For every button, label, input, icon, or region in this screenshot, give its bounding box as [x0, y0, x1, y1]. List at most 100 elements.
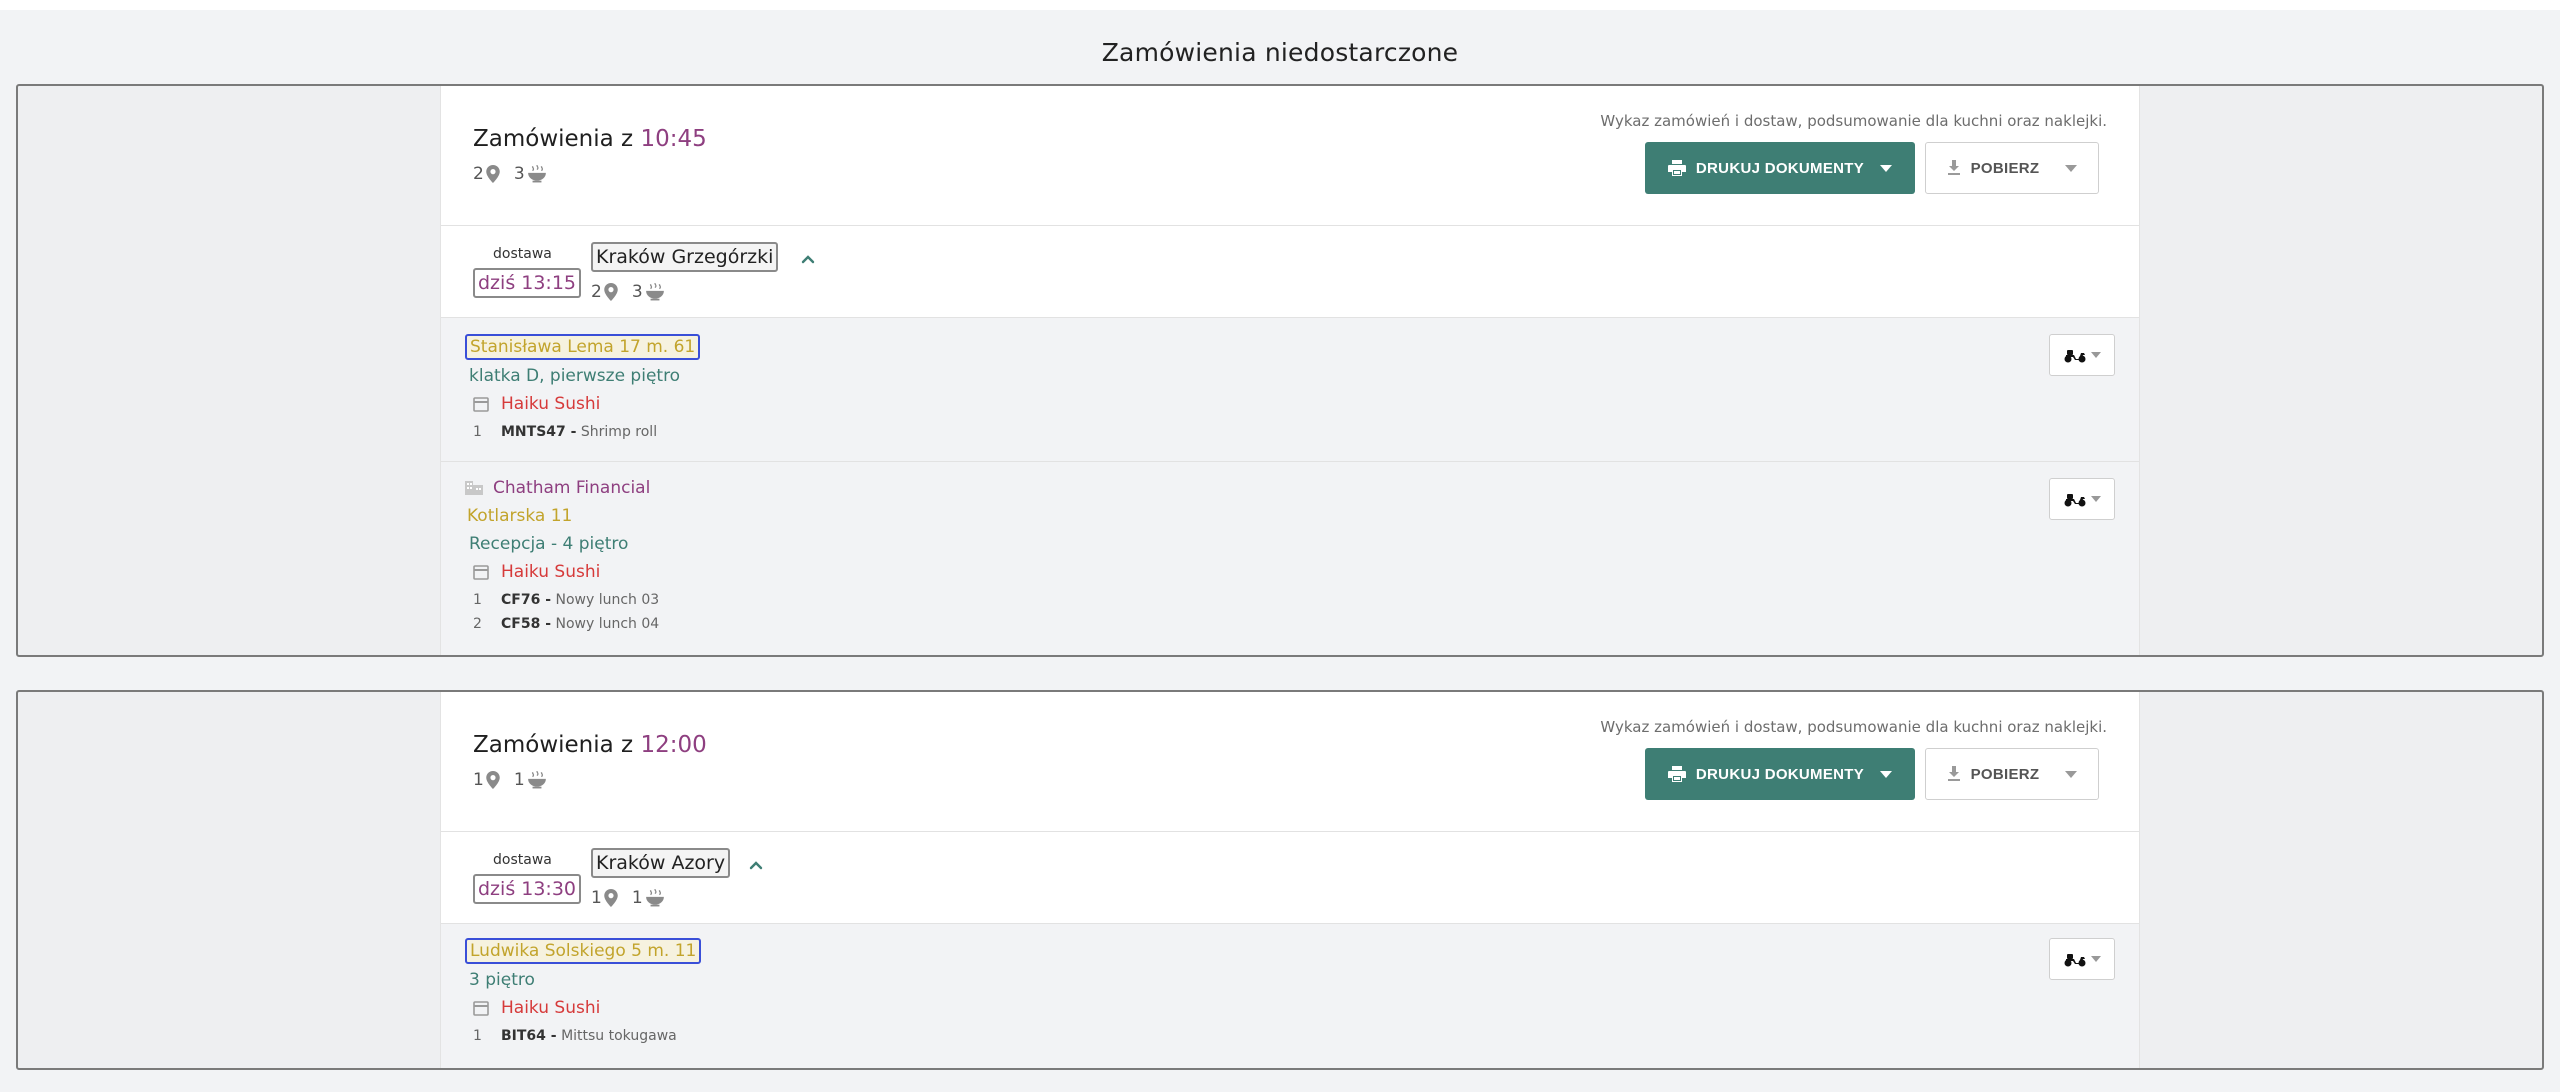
print-documents-button[interactable]: DRUKUJ DOKUMENTY — [1645, 142, 1915, 194]
item-code: CF76 - — [501, 592, 552, 608]
store-icon — [473, 1000, 489, 1016]
order-batch: Zamówienia z 10:45 2 3 Wykaz zamówień i … — [16, 84, 2544, 657]
batch-title-prefix: Zamówienia z — [473, 732, 634, 758]
caret-down-icon — [1880, 164, 1893, 172]
food-bowl-icon — [527, 165, 547, 183]
meal-count: 3 — [632, 282, 665, 302]
route-header: dostawa dziś 13:30 Kraków Azory 1 1 — [441, 832, 2139, 924]
meal-count-value: 1 — [513, 770, 525, 790]
download-button[interactable]: POBIERZ — [1925, 748, 2099, 800]
company-name: Chatham Financial — [493, 478, 651, 498]
item-code: BIT64 - — [501, 1028, 557, 1044]
item-name: Mittsu tokugawa — [561, 1028, 677, 1044]
store-icon — [473, 396, 489, 412]
top-strip — [0, 0, 2560, 10]
item-qty: 1 — [473, 1028, 482, 1044]
download-label: POBIERZ — [1970, 159, 2040, 177]
route-header: dostawa dziś 13:15 Kraków Grzegórzki 2 3 — [441, 226, 2139, 318]
route-name[interactable]: Kraków Azory — [591, 848, 731, 878]
route-counts: 1 1 — [591, 888, 679, 908]
route-name[interactable]: Kraków Grzegórzki — [591, 242, 779, 272]
download-icon — [1947, 766, 1961, 782]
batch-panel: Zamówienia z 12:00 1 1 Wykaz zamówień i … — [440, 692, 2140, 1068]
item-qty: 1 — [473, 592, 482, 608]
location-count-value: 1 — [591, 888, 602, 908]
map-pin-icon — [604, 283, 618, 301]
print-documents-label: DRUKUJ DOKUMENTY — [1695, 159, 1865, 177]
food-bowl-icon — [645, 283, 665, 301]
order-address[interactable]: Kotlarska 11 — [467, 506, 572, 526]
meal-count-value: 3 — [631, 282, 643, 302]
location-count: 1 — [591, 888, 618, 908]
caret-down-icon — [2091, 352, 2101, 358]
assign-courier-button[interactable] — [2049, 334, 2115, 376]
delivery-time[interactable]: dziś 13:30 — [473, 874, 582, 904]
batch-header: Zamówienia z 10:45 2 3 Wykaz zamówień i … — [441, 86, 2139, 226]
map-pin-icon — [486, 165, 500, 183]
batch-title: Zamówienia z 12:00 — [473, 732, 707, 758]
scooter-icon — [2063, 490, 2087, 508]
caret-down-icon — [2065, 770, 2078, 778]
item-code: CF58 - — [501, 616, 552, 632]
item-qty: 1 — [473, 424, 482, 440]
meal-count: 1 — [514, 770, 547, 790]
order-row: Stanisława Lema 17 m. 61 klatka D, pierw… — [441, 318, 2139, 462]
order-address[interactable]: Stanisława Lema 17 m. 61 — [465, 334, 701, 360]
print-documents-button[interactable]: DRUKUJ DOKUMENTY — [1645, 748, 1915, 800]
restaurant-name: Haiku Sushi — [501, 998, 601, 1018]
batch-description: Wykaz zamówień i dostaw, podsumowanie dl… — [1600, 718, 2107, 736]
meal-count: 3 — [514, 164, 547, 184]
delivery-label: dostawa — [493, 246, 552, 262]
order-item: 1 CF76 - Nowy lunch 03 — [473, 592, 659, 608]
batch-time: 10:45 — [640, 126, 707, 152]
caret-down-icon — [2065, 164, 2078, 172]
item-name: Nowy lunch 03 — [555, 592, 660, 608]
batch-title: Zamówienia z 10:45 — [473, 126, 707, 152]
order-row: Chatham Financial Kotlarska 11 Recepcja … — [441, 462, 2139, 655]
batch-counts: 2 3 — [473, 164, 561, 184]
download-icon — [1947, 160, 1961, 176]
location-count: 2 — [591, 282, 618, 302]
location-count-value: 2 — [591, 282, 602, 302]
item-qty: 2 — [473, 616, 482, 632]
order-address[interactable]: Ludwika Solskiego 5 m. 11 — [465, 938, 702, 964]
building-icon — [465, 481, 483, 495]
restaurant-name: Haiku Sushi — [501, 562, 601, 582]
assign-courier-button[interactable] — [2049, 938, 2115, 980]
order-note: klatka D, pierwsze piętro — [469, 366, 681, 386]
food-bowl-icon — [645, 889, 665, 907]
order-row: Ludwika Solskiego 5 m. 11 3 piętro Haiku… — [441, 924, 2139, 1068]
delivery-time[interactable]: dziś 13:15 — [473, 268, 582, 298]
batch-panel: Zamówienia z 10:45 2 3 Wykaz zamówień i … — [440, 86, 2140, 655]
caret-down-icon — [2091, 956, 2101, 962]
download-label: POBIERZ — [1970, 765, 2040, 783]
restaurant: Haiku Sushi — [473, 998, 600, 1018]
order-item: 2 CF58 - Nowy lunch 04 — [473, 616, 659, 632]
store-icon — [473, 564, 489, 580]
batch-description: Wykaz zamówień i dostaw, podsumowanie dl… — [1600, 112, 2107, 130]
download-button[interactable]: POBIERZ — [1925, 142, 2099, 194]
map-pin-icon — [604, 889, 618, 907]
printer-icon — [1668, 766, 1686, 782]
batch-title-prefix: Zamówienia z — [473, 126, 634, 152]
order-company: Chatham Financial — [465, 478, 650, 498]
route-counts: 2 3 — [591, 282, 679, 302]
batch-header: Zamówienia z 12:00 1 1 Wykaz zamówień i … — [441, 692, 2139, 832]
printer-icon — [1668, 160, 1686, 176]
restaurant: Haiku Sushi — [473, 394, 600, 414]
location-count: 2 — [473, 164, 500, 184]
order-note: 3 piętro — [469, 970, 535, 990]
order-item: 1 BIT64 - Mittsu tokugawa — [473, 1028, 677, 1044]
restaurant-name: Haiku Sushi — [501, 394, 601, 414]
delivery-label: dostawa — [493, 852, 552, 868]
batch-counts: 1 1 — [473, 770, 561, 790]
meal-count: 1 — [632, 888, 665, 908]
order-note: Recepcja - 4 piętro — [469, 534, 629, 554]
page-title: Zamówienia niedostarczone — [1101, 38, 1459, 67]
chevron-up-icon[interactable] — [801, 252, 815, 266]
location-count-value: 1 — [473, 770, 484, 790]
item-name: Shrimp roll — [580, 424, 658, 440]
chevron-up-icon[interactable] — [749, 858, 763, 872]
location-count: 1 — [473, 770, 500, 790]
assign-courier-button[interactable] — [2049, 478, 2115, 520]
